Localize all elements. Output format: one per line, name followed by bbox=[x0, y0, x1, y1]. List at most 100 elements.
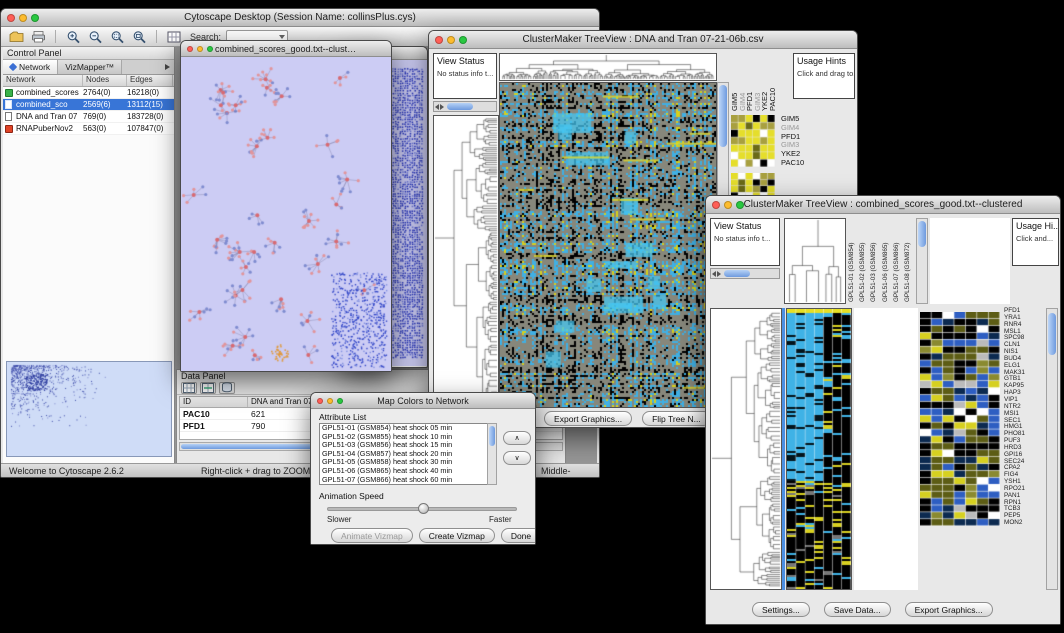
attribute-list[interactable]: GPL51-01 (GSM854) heat shock 05 minGPL51… bbox=[319, 423, 497, 485]
export-graphics-button[interactable]: Export Graphics... bbox=[905, 602, 993, 617]
scroll-thumb[interactable] bbox=[719, 85, 727, 147]
view-status-scrollbar[interactable] bbox=[433, 101, 497, 112]
select-attributes-icon[interactable] bbox=[181, 382, 197, 394]
zoom-out-icon[interactable] bbox=[85, 28, 105, 45]
maximize-icon[interactable] bbox=[31, 14, 39, 22]
slider-thumb[interactable] bbox=[418, 503, 429, 514]
scroll-left-icon[interactable] bbox=[712, 271, 716, 277]
treeview-combined-body: View Status No status info t... GPL51-01… bbox=[706, 214, 1060, 624]
main-titlebar[interactable]: Cytoscape Desktop (Session Name: collins… bbox=[1, 9, 599, 27]
tab-network[interactable]: Network bbox=[3, 60, 58, 74]
mini-heatmap[interactable] bbox=[731, 115, 775, 167]
minimize-icon[interactable] bbox=[447, 36, 455, 44]
close-icon[interactable] bbox=[712, 201, 720, 209]
view-status-title: View Status bbox=[714, 221, 776, 231]
column-label: GPL51-01 (GSM854) bbox=[846, 218, 857, 302]
network-list-row[interactable]: combined_sco2569(6)13112(15) bbox=[3, 99, 174, 111]
column-labels: GPL51-01 (GSM854)GPL51-02 (GSM855)GPL51-… bbox=[846, 218, 914, 302]
zoom-in-icon[interactable] bbox=[63, 28, 83, 45]
network-list-row[interactable]: RNAPuberNov2563(0)107847(0) bbox=[3, 123, 174, 135]
scroll-thumb[interactable] bbox=[447, 103, 473, 110]
done-button[interactable]: Done bbox=[501, 528, 535, 543]
open-session-icon[interactable] bbox=[6, 28, 26, 45]
attribute-list-vscrollbar[interactable] bbox=[487, 423, 497, 485]
close-icon[interactable] bbox=[435, 36, 443, 44]
treeview-combined-window[interactable]: ClusterMaker TreeView : combined_scores_… bbox=[705, 195, 1061, 625]
create-attribute-icon[interactable] bbox=[200, 382, 216, 394]
treeview-combined-titlebar[interactable]: ClusterMaker TreeView : combined_scores_… bbox=[706, 196, 1060, 214]
network-view[interactable] bbox=[181, 57, 391, 371]
network-view-window[interactable]: combined_scores_good.txt--cluste... bbox=[180, 40, 392, 372]
treeview-dna-titlebar[interactable]: ClusterMaker TreeView : DNA and Tran 07-… bbox=[429, 31, 857, 49]
attribute-batch-icon[interactable] bbox=[219, 382, 235, 394]
tab-network-label: Network bbox=[19, 62, 50, 72]
status-message: Welcome to Cytoscape 2.6.2 bbox=[9, 466, 124, 476]
flip-tree-n-button[interactable]: Flip Tree N... bbox=[642, 411, 711, 426]
column-label: GPL51-08 (GSM872) bbox=[902, 218, 913, 302]
close-icon[interactable] bbox=[317, 398, 323, 404]
scroll-right-icon[interactable] bbox=[440, 104, 444, 110]
tab-overflow-icon[interactable] bbox=[160, 60, 174, 74]
row-dendrogram[interactable] bbox=[710, 308, 782, 590]
column-header[interactable]: Network bbox=[3, 75, 83, 86]
close-icon[interactable] bbox=[187, 46, 193, 52]
window-controls bbox=[317, 398, 343, 404]
column-header[interactable]: Nodes bbox=[83, 75, 127, 86]
combo-arrow-icon bbox=[279, 35, 285, 39]
column-header[interactable]: Edges bbox=[127, 75, 173, 86]
column-dendrogram[interactable] bbox=[784, 218, 846, 304]
minimize-icon[interactable] bbox=[327, 398, 333, 404]
global-heatmap[interactable] bbox=[786, 308, 852, 590]
move-up-button[interactable]: ∧ bbox=[503, 431, 531, 445]
export-graphics-button[interactable]: Export Graphics... bbox=[544, 411, 632, 426]
minimize-icon[interactable] bbox=[197, 46, 203, 52]
tab-vizmapper[interactable]: VizMapper™ bbox=[58, 60, 122, 74]
dialog-titlebar[interactable]: Map Colors to Network bbox=[311, 393, 535, 409]
maximize-icon[interactable] bbox=[459, 36, 467, 44]
save-data-button[interactable]: Save Data... bbox=[824, 602, 891, 617]
usage-hints-panel: Usage Hi... Click and... bbox=[1012, 218, 1059, 266]
scroll-thumb[interactable] bbox=[1048, 313, 1056, 355]
network-list-row[interactable]: combined_scores2764(0)16218(0) bbox=[3, 87, 174, 99]
row-dendrogram[interactable] bbox=[433, 115, 499, 409]
network-view-titlebar[interactable]: combined_scores_good.txt--cluste... bbox=[181, 41, 391, 57]
heatmap[interactable] bbox=[499, 82, 717, 408]
control-panel-tabs: Network VizMapper™ bbox=[3, 60, 174, 75]
animate-vizmap-button[interactable]: Animate Vizmap bbox=[331, 528, 413, 543]
maximize-icon[interactable] bbox=[736, 201, 744, 209]
view-status-scrollbar[interactable] bbox=[710, 268, 780, 279]
minimize-icon[interactable] bbox=[19, 14, 27, 22]
maximize-icon[interactable] bbox=[337, 398, 343, 404]
animation-speed-slider[interactable] bbox=[327, 507, 517, 511]
scroll-thumb[interactable] bbox=[181, 444, 321, 449]
import-icon[interactable] bbox=[28, 28, 48, 45]
label-vscrollbar[interactable] bbox=[916, 218, 928, 304]
zoom-selected-icon[interactable] bbox=[107, 28, 127, 45]
column-dendrogram[interactable] bbox=[499, 53, 717, 81]
window-title: Cytoscape Desktop (Session Name: collins… bbox=[35, 12, 565, 23]
dialog-body: Attribute List GPL51-01 (GSM854) heat sh… bbox=[311, 409, 535, 544]
minimize-icon[interactable] bbox=[724, 201, 732, 209]
column-labels: GIM5GIM4PFD1GIM3YKE2PAC10 bbox=[731, 53, 777, 111]
close-icon[interactable] bbox=[7, 14, 15, 22]
network-overview[interactable] bbox=[6, 361, 172, 457]
scroll-thumb[interactable] bbox=[918, 221, 926, 247]
scroll-thumb[interactable] bbox=[724, 270, 750, 277]
scroll-right-icon[interactable] bbox=[717, 271, 721, 277]
map-colors-dialog[interactable]: Map Colors to Network Attribute List GPL… bbox=[310, 392, 536, 545]
attribute-item[interactable]: GPL51-07 (GSM866) heat shock 60 min bbox=[322, 476, 496, 485]
column-header[interactable]: ID bbox=[180, 397, 248, 407]
zoom-heatmap[interactable] bbox=[920, 312, 1000, 526]
create-vizmap-button[interactable]: Create Vizmap bbox=[419, 528, 495, 543]
control-panel: Control Panel Network VizMapper™ Network… bbox=[3, 47, 175, 463]
move-down-button[interactable]: ∨ bbox=[503, 451, 531, 465]
column-label: PAC10 bbox=[769, 53, 777, 111]
network-list-row[interactable]: DNA and Tran 07769(0)183728(0) bbox=[3, 111, 174, 123]
desktop: Cytoscape Desktop (Session Name: collins… bbox=[0, 0, 1064, 633]
settings-button[interactable]: Settings... bbox=[752, 602, 810, 617]
maximize-icon[interactable] bbox=[207, 46, 213, 52]
scroll-thumb[interactable] bbox=[489, 426, 495, 446]
zoom-fit-icon[interactable] bbox=[129, 28, 149, 45]
gene-vscrollbar[interactable] bbox=[1046, 308, 1058, 590]
scroll-left-icon[interactable] bbox=[435, 104, 439, 110]
